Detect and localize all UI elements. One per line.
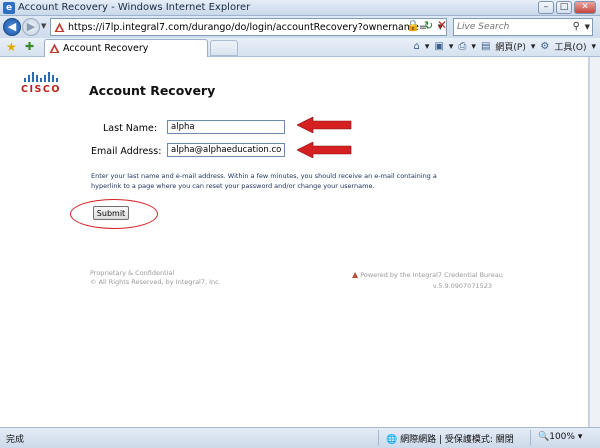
tools-menu-dropdown-icon[interactable]: ▾ [591, 42, 596, 52]
zoom-icon: 🔍 [538, 432, 550, 442]
print-dropdown-icon[interactable]: ▾ [471, 42, 476, 52]
print-icon[interactable]: ⎙ [458, 41, 466, 52]
address-bar[interactable]: https://i7lp.integral7.com/durango/do/lo… [50, 18, 447, 36]
forward-button[interactable]: ▶ [22, 18, 40, 36]
home-dropdown-icon[interactable]: ▾ [425, 42, 430, 52]
zoom-level[interactable]: 🔍100% ▾ [538, 432, 582, 442]
email-label: Email Address: [91, 146, 162, 157]
window-controls: – □ ✕ [538, 1, 596, 14]
lock-icon[interactable]: 🔒 [406, 19, 420, 35]
footer-powered: ▲ Powered by the Integral7 Credential Bu… [352, 269, 503, 292]
security-zone[interactable]: 🌐 網際網路 | 受保護模式: 關閉 [386, 432, 514, 445]
ie-icon: e [3, 2, 15, 14]
tools-menu[interactable]: 工具(O) [554, 40, 586, 53]
url-text: https://i7lp.integral7.com/durango/do/lo… [68, 22, 428, 33]
footer-copyright: Proprietary & Confidential © All Rights … [90, 269, 221, 287]
zoom-text: 100% [549, 432, 575, 442]
cisco-logo: CISCO [21, 72, 61, 96]
footer-rights: © All Rights Reserved, by Integral7, Inc… [90, 278, 221, 286]
close-button[interactable]: ✕ [574, 1, 596, 14]
refresh-icon[interactable]: ↻ [424, 19, 438, 35]
integral7-logo-icon: ▲ [352, 270, 359, 279]
search-box[interactable]: ⚲ ▼ [453, 18, 593, 36]
new-tab-button[interactable] [210, 40, 238, 56]
command-bar: ⌂ ▾ ▣ ▾ ⎙ ▾ ▤ 網頁(P) ▾ ⚙ 工具(O) ▾ [414, 40, 596, 53]
email-input[interactable] [167, 143, 285, 157]
stop-icon[interactable]: ✕ [437, 18, 449, 34]
last-name-label: Last Name: [103, 123, 158, 134]
window-title: Account Recovery - Windows Internet Expl… [18, 2, 251, 13]
title-bar: e Account Recovery - Windows Internet Ex… [0, 0, 600, 16]
cisco-logo-text: CISCO [21, 84, 61, 95]
page-content [0, 57, 589, 427]
back-button[interactable]: ◀ [3, 18, 21, 36]
annotation-arrow-icon [297, 117, 352, 133]
page-menu[interactable]: 網頁(P) [495, 40, 525, 53]
history-dropdown-icon[interactable]: ▼ [41, 22, 46, 30]
version-text: v.5.9.0907071523 [432, 282, 492, 290]
page-menu-dropdown-icon[interactable]: ▾ [531, 42, 536, 52]
tab-bar: ★ ✚ Account Recovery ⌂ ▾ ▣ ▾ ⎙ ▾ ▤ 網頁(P) ▾ ⚙… [0, 38, 600, 57]
minimize-button[interactable]: – [538, 1, 554, 14]
status-bar: 完成 🌐 網際網路 | 受保護模式: 關閉 🔍100% ▾ [0, 427, 600, 448]
site-favicon-icon [54, 22, 65, 32]
globe-icon: 🌐 [386, 435, 398, 445]
tools-gear-icon: ⚙ [540, 41, 550, 52]
submit-button[interactable]: Submit [93, 206, 129, 220]
last-name-input[interactable] [167, 120, 285, 134]
feeds-dropdown-icon[interactable]: ▾ [449, 42, 454, 52]
instructions-text: Enter your last name and e-mail address.… [91, 172, 437, 190]
footer-proprietary: Proprietary & Confidential [90, 269, 175, 277]
add-favorite-icon[interactable]: ✚ [25, 40, 34, 53]
zone-text: 網際網路 | 受保護模式: 關閉 [400, 435, 514, 445]
home-icon[interactable]: ⌂ [414, 41, 420, 52]
tab-account-recovery[interactable]: Account Recovery [44, 39, 208, 57]
tab-label: Account Recovery [63, 43, 149, 54]
tab-favicon-icon [49, 43, 60, 53]
annotation-arrow-icon [297, 142, 352, 158]
vertical-scrollbar[interactable] [589, 57, 600, 427]
search-input[interactable] [457, 20, 572, 34]
feeds-icon[interactable]: ▣ [434, 41, 443, 52]
search-icon[interactable]: ⚲ [573, 21, 580, 32]
cisco-logo-bars [21, 72, 61, 82]
page-title: Account Recovery [89, 83, 216, 98]
favorites-star-icon[interactable]: ★ [6, 40, 17, 54]
search-dropdown-icon[interactable]: ▼ [585, 23, 590, 31]
maximize-button[interactable]: □ [556, 1, 572, 14]
powered-by-text[interactable]: Powered by the Integral7 Credential Bure… [360, 271, 503, 279]
page-icon: ▤ [480, 41, 491, 52]
status-text: 完成 [6, 435, 25, 445]
